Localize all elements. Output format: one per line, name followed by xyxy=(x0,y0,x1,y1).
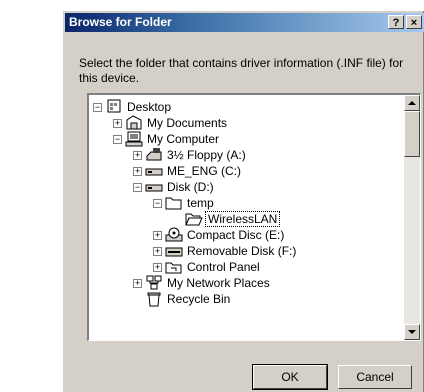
expand-icon[interactable]: + xyxy=(113,119,122,128)
tree-item-label: 3½ Floppy (A:) xyxy=(167,148,246,162)
floppy-drive-icon xyxy=(146,148,162,161)
expand-icon[interactable]: + xyxy=(153,263,162,272)
collapse-icon[interactable]: − xyxy=(153,199,162,208)
scroll-down-button[interactable] xyxy=(404,324,420,340)
ok-button[interactable]: OK xyxy=(252,364,328,390)
tree-item-label: My Network Places xyxy=(167,276,270,290)
tree-item-label: WirelessLAN xyxy=(205,211,281,227)
close-button[interactable]: × xyxy=(406,15,422,29)
open-folder-icon xyxy=(185,213,203,226)
collapse-icon[interactable]: − xyxy=(113,135,122,144)
expand-icon[interactable]: + xyxy=(153,247,162,256)
computer-icon xyxy=(125,131,143,147)
tree-item-label: My Documents xyxy=(147,116,228,130)
title-bar[interactable]: Browse for Folder ? × xyxy=(65,13,424,32)
browse-for-folder-dialog: Browse for Folder ? × Select the folder … xyxy=(62,10,424,392)
cancel-button[interactable]: Cancel xyxy=(338,365,412,389)
desktop-icon xyxy=(107,99,121,113)
expand-icon[interactable]: + xyxy=(133,151,142,160)
arrow-up-icon xyxy=(408,101,416,105)
tree-item-label: Compact Disc (E:) xyxy=(187,228,285,242)
scroll-thumb[interactable] xyxy=(404,111,420,157)
arrow-down-icon xyxy=(408,330,416,334)
tree-item-label: temp xyxy=(187,196,214,210)
tree-item-label: Disk (D:) xyxy=(167,180,214,194)
folder-documents-icon xyxy=(126,115,142,130)
tree-item-label: Control Panel xyxy=(187,260,260,274)
expand-icon[interactable]: + xyxy=(153,231,162,240)
hard-drive-icon xyxy=(145,184,163,192)
tree-item-label: My Computer xyxy=(147,132,220,146)
scroll-up-button[interactable] xyxy=(404,95,420,111)
folder-icon xyxy=(165,197,182,210)
hard-drive-icon xyxy=(145,168,163,176)
dialog-title: Browse for Folder xyxy=(69,15,172,29)
tree-item-label: ME_ENG (C:) xyxy=(167,164,242,178)
control-panel-icon xyxy=(165,262,182,274)
collapse-icon[interactable]: − xyxy=(93,103,102,112)
help-button[interactable]: ? xyxy=(388,15,404,29)
network-places-icon xyxy=(146,275,162,290)
tree-item-label: Removable Disk (F:) xyxy=(187,244,297,258)
cd-drive-icon xyxy=(165,227,183,242)
tree-item-label: Desktop xyxy=(127,100,172,114)
folder-tree[interactable]: − Desktop + My Documents − My Computer +… xyxy=(87,93,421,341)
expand-icon[interactable]: + xyxy=(133,167,142,176)
collapse-icon[interactable]: − xyxy=(133,183,142,192)
vertical-scrollbar[interactable] xyxy=(404,95,420,340)
tree-item-label: Recycle Bin xyxy=(167,292,231,306)
expand-icon[interactable]: + xyxy=(133,279,142,288)
removable-drive-icon xyxy=(165,247,183,257)
recycle-bin-icon xyxy=(147,292,161,307)
instruction-text: Select the folder that contains driver i… xyxy=(79,56,404,85)
